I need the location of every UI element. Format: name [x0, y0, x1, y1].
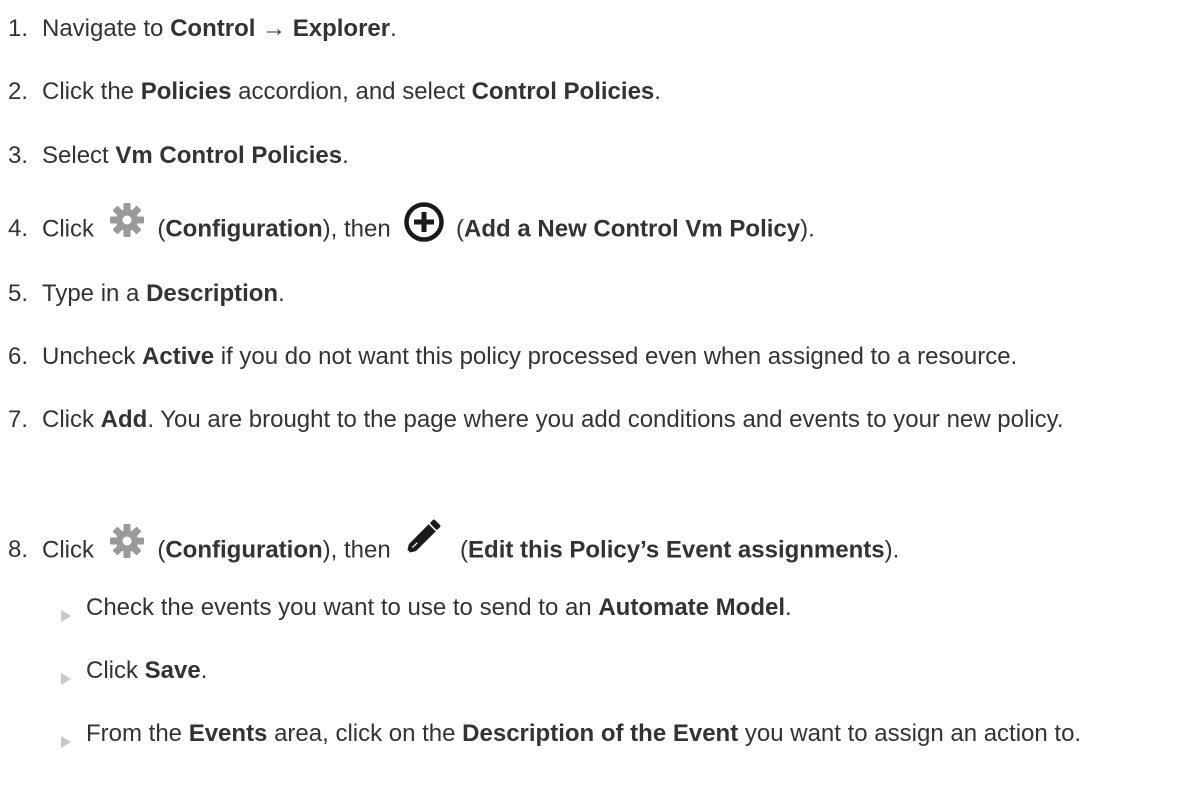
step-5: 5. Type in a Description.	[8, 278, 1199, 309]
substep-1: Check the events you want to use to send…	[61, 592, 1199, 623]
substep-text: Check the events you want to use to send…	[86, 594, 599, 621]
step-emphasis: Configuration	[165, 215, 323, 243]
step-text: Type in a	[42, 280, 147, 307]
step-number: 5.	[8, 280, 29, 307]
step-text: .	[278, 280, 285, 307]
step-text: ), then	[322, 215, 398, 243]
step-emphasis: Add a New Control Vm Policy	[464, 215, 801, 243]
step-number: 8.	[8, 536, 29, 564]
step-number: 7.	[8, 406, 29, 433]
step-text: accordion, and select	[231, 78, 472, 105]
substep-emphasis: Events	[188, 720, 268, 747]
step-text: ), then	[322, 536, 398, 564]
step-emphasis: Policies	[140, 78, 232, 105]
step-number: 3.	[8, 142, 29, 169]
step-number: 1.	[8, 15, 29, 42]
step-emphasis: Vm Control Policies	[115, 142, 343, 169]
substep-text: area, click on the	[267, 720, 463, 747]
step-text: Navigate to	[42, 15, 171, 42]
substep-text: you want to assign an action to.	[738, 720, 1082, 747]
step-text: (	[150, 215, 166, 243]
substep-emphasis: Automate Model	[598, 594, 785, 621]
step-emphasis: Edit this Policy’s Event assignments	[468, 536, 885, 564]
step-emphasis: Active	[142, 343, 215, 370]
triangle-bullet-icon	[60, 663, 72, 685]
step-text: . You are brought to the page where you …	[147, 406, 1064, 433]
step-text: Click	[42, 406, 101, 433]
step-text: →	[255, 15, 293, 42]
substep-3: From the Events area, click on the Descr…	[61, 718, 1176, 749]
step-text: ).	[884, 536, 900, 564]
step-emphasis: Control	[170, 15, 256, 42]
step-text: (	[453, 536, 469, 564]
step-8: 8. Click (Configuration), then (Edit thi…	[8, 519, 1199, 575]
step-text: Click the	[42, 78, 141, 105]
step-emphasis: Configuration	[165, 536, 323, 564]
step-text: .	[654, 78, 661, 105]
step-text: .	[390, 15, 397, 42]
substep-2: Click Save.	[61, 655, 1199, 686]
pencil-icon	[399, 513, 447, 561]
step-text: ).	[800, 215, 815, 243]
gear-icon	[107, 521, 147, 561]
step-6: 6. Uncheck Active if you do not want this…	[8, 341, 1199, 372]
substep-text: .	[785, 594, 792, 621]
step-4: 4. Click (Configuration), then (Add a Ne…	[8, 202, 1199, 251]
substep-emphasis: Save	[144, 657, 201, 684]
step-text: Uncheck	[42, 343, 143, 370]
step-1: 1. Navigate to Control → Explorer.	[8, 13, 1199, 44]
gear-icon	[107, 200, 147, 240]
step-7: 7. Click Add. You are brought to the page…	[8, 404, 1158, 435]
step-text: (	[449, 215, 465, 243]
step-text: Click	[42, 215, 101, 243]
substep-text: .	[200, 657, 208, 684]
step-text: (	[150, 536, 166, 564]
step-text: if you do not want this policy processed…	[214, 343, 1018, 370]
step-text: .	[342, 142, 349, 169]
step-2: 2. Click the Policies accordion, and sele…	[8, 76, 1199, 107]
step-emphasis: Explorer	[292, 15, 391, 42]
substep-text: From the	[86, 720, 189, 747]
step-number: 6.	[8, 343, 29, 370]
step-emphasis: Control Policies	[471, 78, 655, 105]
step-number: 2.	[8, 78, 29, 105]
step-number: 4.	[8, 215, 29, 243]
step-text: Select	[42, 142, 116, 169]
document: 1. Navigate to Control → Explorer. 2. Clic…	[0, 0, 1199, 800]
step-emphasis: Description	[146, 280, 279, 307]
step-text: Click	[42, 536, 101, 564]
triangle-bullet-icon	[60, 726, 72, 748]
step-emphasis: Add	[100, 406, 148, 433]
substep-emphasis: Description of the Event	[462, 720, 739, 747]
substep-text: Click	[86, 657, 145, 684]
triangle-bullet-icon	[60, 600, 72, 622]
plus-circle-icon	[403, 201, 445, 243]
step-3: 3. Select Vm Control Policies.	[8, 140, 1199, 171]
